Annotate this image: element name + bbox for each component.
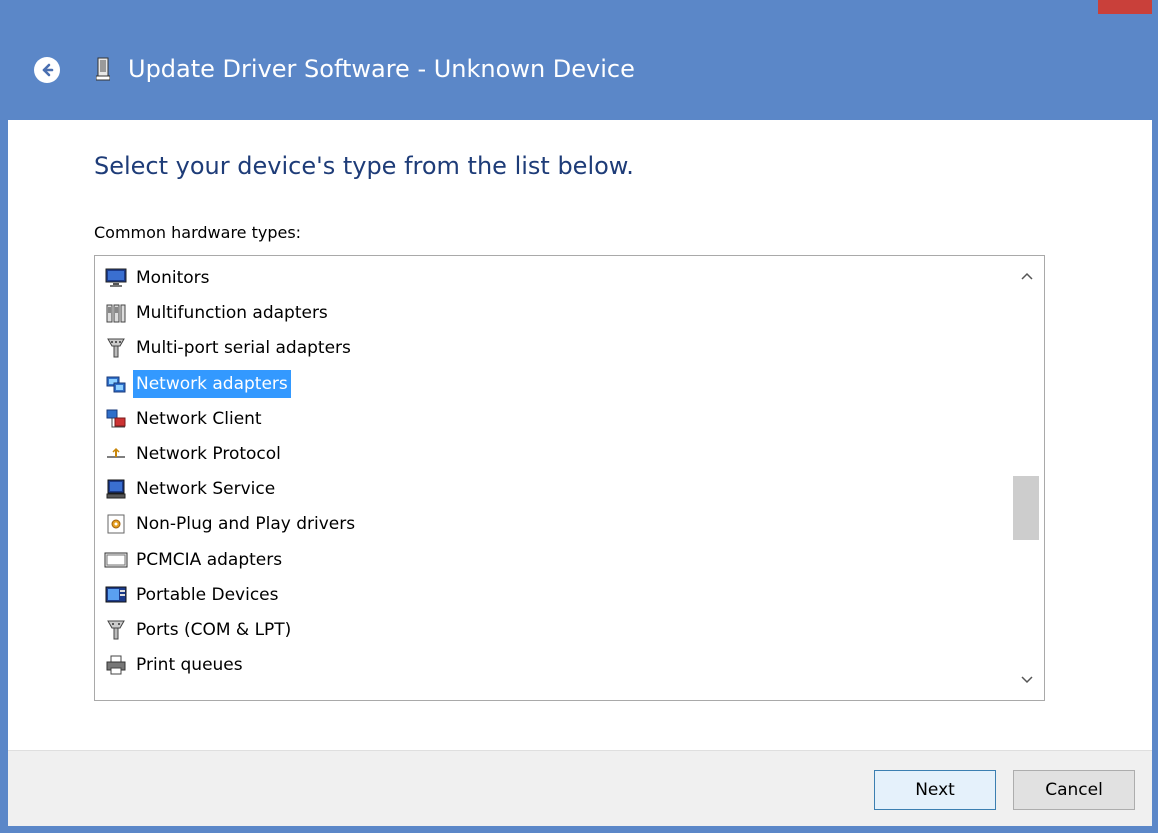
close-button[interactable]	[1098, 0, 1152, 14]
multifunction-icon	[103, 300, 129, 326]
list-item-label: PCMCIA adapters	[136, 549, 283, 570]
list-item-label: Multi-port serial adapters	[136, 338, 351, 359]
list-item[interactable]: Print queues	[103, 649, 246, 681]
list-item[interactable]: Portable Devices	[103, 579, 282, 611]
list-item-label: Portable Devices	[136, 584, 279, 605]
list-item[interactable]: Multi-port serial adapters	[103, 332, 354, 364]
hardware-type-list-items: Monitors Multifunction adapters Multi-port…	[95, 256, 1007, 700]
portable-device-icon	[103, 582, 129, 608]
list-item-label: Ports (COM & LPT)	[136, 620, 292, 640]
scroll-up-button[interactable]	[1009, 256, 1044, 296]
serial-port-icon	[103, 335, 129, 361]
window-frame-right	[1152, 0, 1158, 833]
list-item-label: Network adapters	[133, 369, 291, 398]
network-client-icon	[103, 406, 129, 432]
list-item[interactable]: Ports (COM & LPT)	[103, 614, 294, 646]
list-item[interactable]: PCMCIA adapters	[103, 544, 285, 576]
list-item-label: Network Protocol	[136, 444, 281, 464]
list-item[interactable]: Network Client	[103, 403, 265, 435]
cancel-button[interactable]: Cancel	[1013, 770, 1135, 810]
chevron-up-icon	[1020, 272, 1033, 280]
printer-icon	[103, 652, 129, 678]
window-title: Update Driver Software - Unknown Device	[128, 55, 635, 83]
window-frame-bottom	[0, 826, 1158, 833]
list-item-label: Multifunction adapters	[136, 303, 328, 324]
list-item[interactable]: Multifunction adapters	[103, 297, 331, 329]
list-item-label: Non-Plug and Play drivers	[136, 514, 356, 535]
device-icon	[96, 57, 110, 81]
list-item[interactable]: Network adapters	[103, 368, 291, 400]
list-item[interactable]: Non-Plug and Play drivers	[103, 508, 358, 540]
vertical-scrollbar[interactable]	[1009, 256, 1044, 700]
list-item-label: Monitors	[136, 268, 210, 288]
monitor-icon	[103, 265, 129, 291]
list-item[interactable]: Network Service	[103, 473, 278, 505]
window-frame-left	[0, 0, 8, 833]
back-button[interactable]	[34, 57, 60, 83]
next-button[interactable]: Next	[874, 770, 996, 810]
list-item-label: Network Client	[136, 408, 262, 429]
scroll-down-button[interactable]	[1009, 660, 1044, 700]
list-item-label: Print queues	[136, 655, 243, 676]
network-adapter-icon	[103, 371, 129, 397]
chevron-down-icon	[1020, 676, 1033, 684]
pcmcia-icon	[103, 547, 129, 573]
scroll-thumb[interactable]	[1013, 476, 1039, 540]
list-item-label: Network Service	[136, 479, 276, 500]
network-service-icon	[103, 476, 129, 502]
list-label: Common hardware types:	[94, 223, 302, 242]
ports-icon	[103, 617, 129, 643]
page-heading: Select your device's type from the list …	[94, 152, 634, 180]
back-arrow-icon	[42, 63, 54, 77]
list-item[interactable]: Monitors	[103, 262, 212, 294]
hardware-type-list[interactable]: Monitors Multifunction adapters Multi-port…	[94, 255, 1045, 701]
non-pnp-icon	[103, 511, 129, 537]
list-item[interactable]: Network Protocol	[103, 438, 284, 470]
network-protocol-icon	[103, 441, 129, 467]
